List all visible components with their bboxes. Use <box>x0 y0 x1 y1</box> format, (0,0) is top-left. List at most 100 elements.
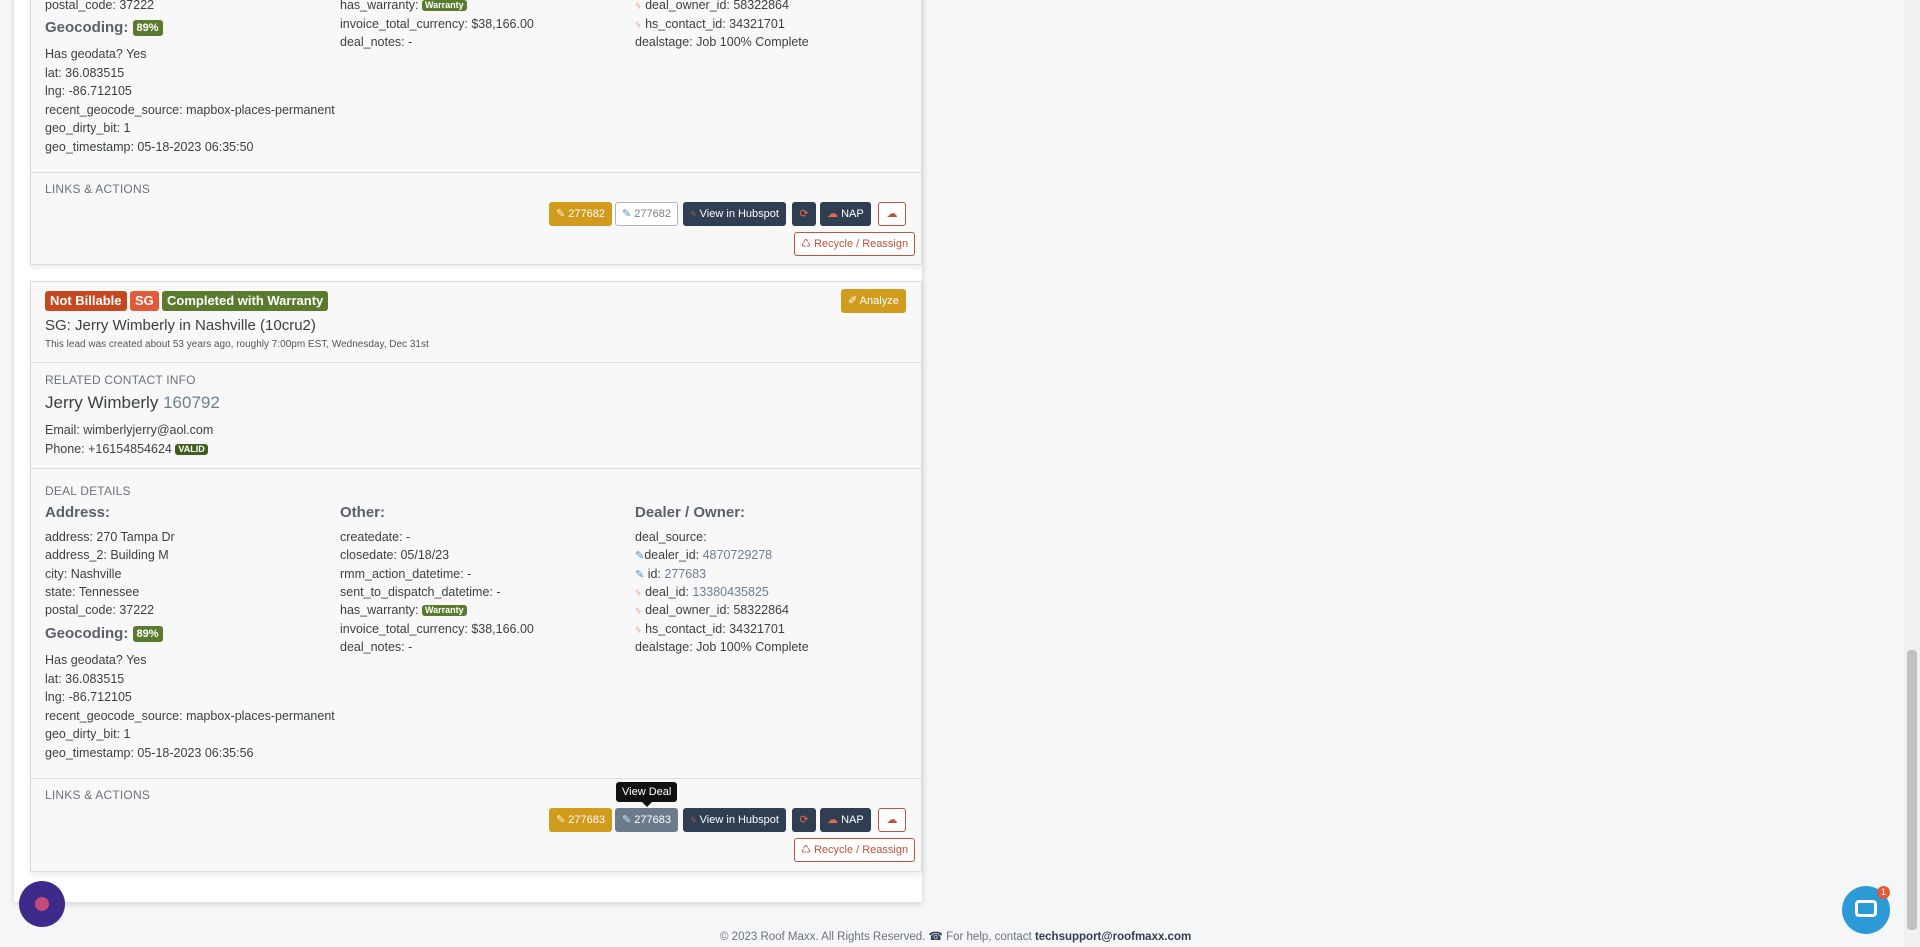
other-line: sent_to_dispatch_datetime: - <box>340 585 501 599</box>
hs-contact-id: ᛃ hs_contact_id: 34321701 <box>635 17 785 31</box>
dealstage: dealstage: Job 100% Complete <box>635 35 809 49</box>
hs-contact-id: ᛃ hs_contact_id: 34321701 <box>635 622 785 636</box>
assistant-dot-icon <box>35 897 49 911</box>
lead-id: ✎ id: 277683 <box>635 567 707 581</box>
analyze-button[interactable]: ✐ Analyze <box>841 289 906 313</box>
geo-line: lng: -86.712105 <box>45 84 132 98</box>
nap-button[interactable]: ☁ NAP <box>820 202 871 226</box>
contact-section-title: RELATED CONTACT INFO <box>45 373 196 387</box>
lead-card <box>30 281 922 872</box>
upload-button[interactable]: ☁ <box>878 808 906 832</box>
geocoding-badge: 89% <box>132 20 163 37</box>
contact-id-link[interactable]: 160792 <box>163 393 220 412</box>
support-email-link[interactable]: techsupport@roofmaxx.com <box>1035 931 1191 943</box>
address-line: state: Tennessee <box>45 585 140 599</box>
address-line: city: Nashville <box>45 567 122 581</box>
geo-line: lng: -86.712105 <box>45 690 132 704</box>
lead-id-link[interactable]: 277683 <box>664 567 706 581</box>
magic-wand-icon: ✐ <box>848 295 858 307</box>
geo-line: lat: 36.083515 <box>45 672 125 686</box>
hubspot-icon: ᛃ <box>635 19 642 31</box>
assistant-launcher[interactable] <box>19 881 65 927</box>
recycle-reassign-button[interactable]: ♺ Recycle / Reassign <box>794 232 916 256</box>
other-line: createdate: - <box>340 530 411 544</box>
invoice-total: invoice_total_currency: $38,166.00 <box>340 17 534 31</box>
view-in-hubspot-button[interactable]: ᛃ View in Hubspot <box>683 808 786 832</box>
geo-line: Has geodata? Yes <box>45 653 147 667</box>
chat-badge: 1 <box>1877 886 1890 899</box>
has-warranty: has_warranty: Warranty <box>340 601 467 619</box>
recycle-icon: ♺ <box>801 844 811 856</box>
phone-valid-badge: VALID <box>175 444 208 456</box>
chat-launcher[interactable]: 1 <box>1842 886 1890 934</box>
nap-button[interactable]: ☁ NAP <box>820 808 871 832</box>
footer-copyright: © 2023 Roof Maxx. All Rights Reserved. <box>720 931 926 943</box>
feather-icon: ✎ <box>635 569 645 581</box>
scrollbar-track[interactable] <box>1904 0 1920 947</box>
address-header: Address: <box>45 504 111 521</box>
refresh-button[interactable]: ⟳ <box>792 808 816 832</box>
geo-line: Has geodata? Yes <box>45 47 147 61</box>
invoice-total: invoice_total_currency: $38,166.00 <box>340 622 534 636</box>
deal-notes: deal_notes: - <box>340 640 413 654</box>
not-billable-tag: Not Billable <box>45 291 127 311</box>
divider <box>30 468 922 469</box>
warranty-badge: Warranty <box>422 0 467 12</box>
view-deal-button[interactable]: ✎ 277682 <box>615 202 678 226</box>
geo-line: lat: 36.083515 <box>45 66 125 80</box>
geo-line: geo_dirty_bit: 1 <box>45 727 131 741</box>
tooltip-arrow <box>642 802 652 807</box>
cloud-icon: ☁ <box>827 208 838 220</box>
recycle-reassign-button[interactable]: ♺ Recycle / Reassign <box>794 838 916 862</box>
hubspot-icon: ᛃ <box>690 814 697 826</box>
lead-id-button[interactable]: ✎ 277682 <box>549 202 612 226</box>
geo-line: geo_timestamp: 05-18-2023 06:35:50 <box>45 140 254 154</box>
feather-icon: ✎ <box>556 814 566 826</box>
postal-code: postal_code: 37222 <box>45 0 155 12</box>
hubspot-icon: ᛃ <box>635 605 642 617</box>
hubspot-icon: ᛃ <box>635 624 642 636</box>
geocoding-badge: 89% <box>132 626 163 643</box>
view-deal-button[interactable]: ✎ 277683 <box>615 808 678 832</box>
footer-help: For help, contact <box>946 931 1032 943</box>
refresh-button[interactable]: ⟳ <box>792 202 816 226</box>
contact-name: Jerry Wimberly 160792 <box>45 393 220 412</box>
lead-created: This lead was created about 53 years ago… <box>45 339 429 350</box>
address-line: address: 270 Tampa Dr <box>45 530 175 544</box>
view-in-hubspot-button[interactable]: ᛃ View in Hubspot <box>683 202 786 226</box>
other-header: Other: <box>340 504 385 521</box>
footer: © 2023 Roof Maxx. All Rights Reserved. ☎… <box>720 928 1191 946</box>
view-deal-tooltip: View Deal <box>616 782 678 802</box>
dealer-id-link[interactable]: 4870729278 <box>703 548 773 562</box>
scrollbar-thumb[interactable] <box>1907 650 1917 930</box>
geocoding-header: Geocoding: 89% <box>45 19 163 37</box>
lead-id-button[interactable]: ✎ 277683 <box>549 808 612 832</box>
deal-id: ᛃ deal_id: 13380435825 <box>635 585 769 599</box>
geocoding-header: Geocoding: 89% <box>45 625 163 643</box>
hubspot-icon: ᛃ <box>635 587 642 599</box>
dealer-id: ✎dealer_id: 4870729278 <box>635 548 773 562</box>
upload-button[interactable]: ☁ <box>878 202 906 226</box>
hubspot-icon: ᛃ <box>635 0 642 12</box>
address-line: postal_code: 37222 <box>45 603 155 617</box>
deal-owner-id: ᛃ deal_owner_id: 58322864 <box>635 0 789 12</box>
dealer-owner-header: Dealer / Owner: <box>635 504 746 521</box>
help-icon: ☎ <box>928 931 943 943</box>
refresh-icon: ⟳ <box>799 814 809 826</box>
deal-id-link[interactable]: 13380435825 <box>692 585 768 599</box>
feather-icon: ✎ <box>556 208 566 220</box>
cloud-upload-icon: ☁ <box>886 208 898 220</box>
chat-bubble-icon <box>1855 900 1877 917</box>
deal-source: deal_source: <box>635 530 707 544</box>
geo-line: geo_dirty_bit: 1 <box>45 121 131 135</box>
hubspot-icon: ᛃ <box>690 208 697 220</box>
warranty-badge: Warranty <box>422 605 467 617</box>
links-actions-title: LINKS & ACTIONS <box>45 788 151 802</box>
has-warranty: has_warranty: Warranty <box>340 0 467 14</box>
divider <box>30 778 922 779</box>
refresh-icon: ⟳ <box>799 208 809 220</box>
feather-icon: ✎ <box>622 814 632 826</box>
cloud-icon: ☁ <box>827 814 838 826</box>
dealstage: dealstage: Job 100% Complete <box>635 640 809 654</box>
geo-line: geo_timestamp: 05-18-2023 06:35:56 <box>45 746 254 760</box>
